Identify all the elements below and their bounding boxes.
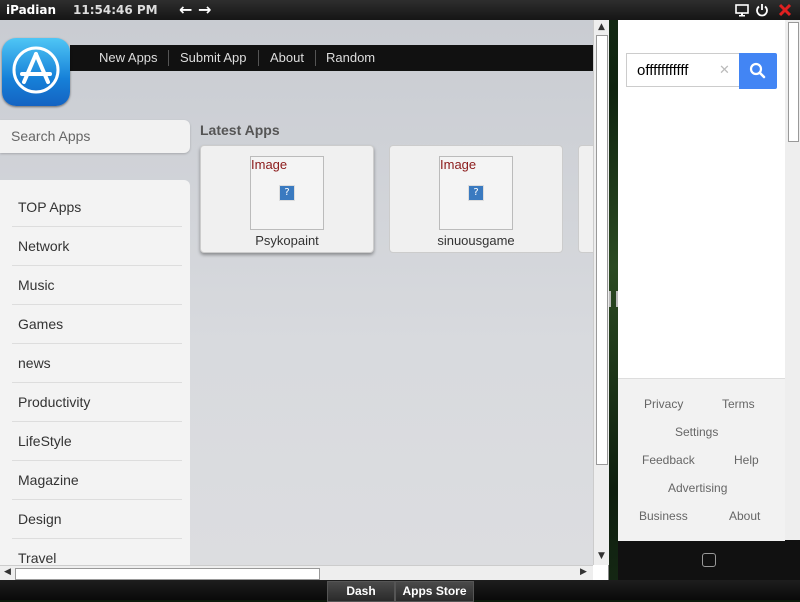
footer-link-about[interactable]: About	[729, 509, 760, 523]
vertical-scroll-thumb[interactable]	[596, 35, 608, 465]
phone-search-button[interactable]	[739, 53, 777, 89]
app-card-partial[interactable]	[578, 145, 593, 253]
footer-link-feedback[interactable]: Feedback	[642, 453, 695, 467]
image-alt-text: Image	[251, 157, 288, 172]
nav-about[interactable]: About	[270, 45, 304, 71]
top-bar: iPadian 11:54:46 PM ← →	[0, 0, 800, 20]
sidebar-item-news[interactable]: news	[12, 344, 182, 383]
app-name: sinuousgame	[437, 233, 515, 248]
clear-search-icon[interactable]: ✕	[719, 63, 730, 78]
close-icon[interactable]	[777, 2, 793, 18]
horizontal-scroll-thumb[interactable]	[15, 568, 320, 580]
sidebar-item-magazine[interactable]: Magazine	[12, 461, 182, 500]
nav-separator	[258, 50, 259, 66]
search-apps-input[interactable]: Search Apps	[0, 120, 190, 153]
app-thumbnail: Image ?	[439, 156, 513, 230]
footer-link-help[interactable]: Help	[734, 453, 759, 467]
app-card[interactable]: Image ? Psykopaint	[200, 145, 374, 253]
phone-scrollbar[interactable]	[785, 20, 800, 540]
app-name: Psykopaint	[255, 233, 319, 248]
app-store-icon	[12, 46, 60, 94]
footer-link-settings[interactable]: Settings	[675, 425, 718, 439]
taskbar: Dash Apps Store	[0, 580, 800, 602]
scroll-up-icon[interactable]: ▲	[595, 21, 608, 34]
sidebar-item-travel[interactable]: Travel	[12, 539, 182, 565]
broken-image-icon: ?	[279, 185, 295, 201]
search-icon	[749, 62, 766, 79]
power-icon[interactable]	[754, 2, 770, 18]
home-button-icon[interactable]	[702, 553, 716, 567]
horizontal-scrollbar[interactable]: ◀ ▶	[0, 565, 593, 581]
sidebar-item-lifestyle[interactable]: LifeStyle	[12, 422, 182, 461]
app-thumbnail: Image ?	[250, 156, 324, 230]
nav-submit-app[interactable]: Submit App	[180, 45, 247, 71]
app-store-logo[interactable]	[2, 38, 70, 106]
app-store-page: New Apps Submit App About Random Search …	[0, 20, 593, 565]
nav-new-apps[interactable]: New Apps	[99, 45, 158, 71]
phone-scroll-thumb[interactable]	[788, 22, 799, 142]
phone-footer: Privacy Terms Settings Feedback Help Adv…	[618, 378, 785, 541]
broken-image-icon: ?	[468, 185, 484, 201]
phone-panel: offfffffffff ✕ Privacy Terms Settings Fe…	[618, 20, 800, 580]
footer-link-advertising[interactable]: Advertising	[668, 481, 727, 495]
footer-link-terms[interactable]: Terms	[722, 397, 755, 411]
back-arrow-icon[interactable]: ←	[179, 0, 192, 20]
sidebar-item-top-apps[interactable]: TOP Apps	[12, 188, 182, 227]
taskbar-apps-store-button[interactable]: Apps Store	[395, 581, 474, 602]
clock: 11:54:46 PM	[73, 3, 158, 17]
scroll-left-icon[interactable]: ◀	[1, 566, 14, 579]
sidebar-item-network[interactable]: Network	[12, 227, 182, 266]
sidebar-item-productivity[interactable]: Productivity	[12, 383, 182, 422]
forward-arrow-icon[interactable]: →	[198, 0, 211, 20]
nav-separator	[315, 50, 316, 66]
nav-random[interactable]: Random	[326, 45, 375, 71]
taskbar-dash-button[interactable]: Dash	[327, 581, 395, 602]
phone-screen: offfffffffff ✕ Privacy Terms Settings Fe…	[618, 20, 785, 541]
app-card[interactable]: Image ? sinuousgame	[389, 145, 563, 253]
browser-window: New Apps Submit App About Random Search …	[0, 20, 609, 581]
category-sidebar: TOP Apps Network Music Games news Produc…	[0, 180, 190, 565]
sidebar-item-games[interactable]: Games	[12, 305, 182, 344]
monitor-icon[interactable]	[734, 2, 750, 18]
vertical-scrollbar[interactable]: ▲ ▼	[593, 20, 609, 565]
footer-link-privacy[interactable]: Privacy	[644, 397, 683, 411]
scroll-down-icon[interactable]: ▼	[595, 550, 608, 563]
nav-separator	[168, 50, 169, 66]
image-alt-text: Image	[440, 157, 477, 172]
top-navigation: New Apps Submit App About Random	[70, 45, 593, 71]
footer-link-business[interactable]: Business	[639, 509, 688, 523]
sidebar-item-design[interactable]: Design	[12, 500, 182, 539]
panel-resize-handle[interactable]	[609, 291, 618, 307]
sidebar-item-music[interactable]: Music	[12, 266, 182, 305]
scroll-right-icon[interactable]: ▶	[577, 566, 590, 579]
app-brand: iPadian	[6, 3, 57, 17]
latest-apps-heading: Latest Apps	[200, 122, 280, 138]
